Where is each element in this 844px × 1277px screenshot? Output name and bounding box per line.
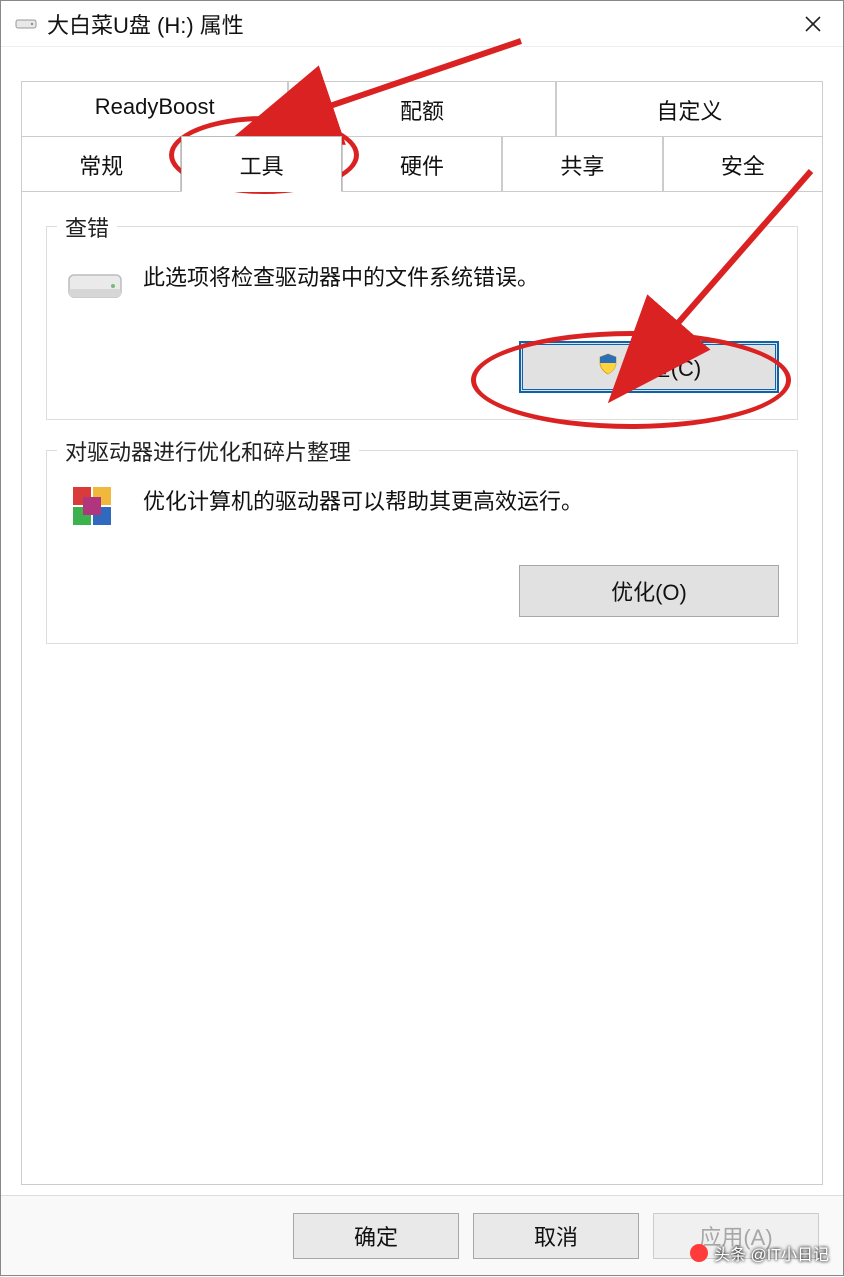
optimize-button[interactable]: 优化(O)	[519, 565, 779, 617]
tab-tools[interactable]: 工具	[181, 136, 341, 192]
window-title: 大白菜U盘 (H:) 属性	[47, 8, 793, 40]
title-bar: 大白菜U盘 (H:) 属性	[1, 1, 843, 47]
group-optimize-desc: 优化计算机的驱动器可以帮助其更高效运行。	[143, 483, 779, 520]
close-icon	[804, 15, 822, 33]
tab-hardware[interactable]: 硬件	[342, 136, 502, 191]
shield-icon	[597, 353, 619, 381]
watermark: 头条 @IT小日记	[690, 1241, 829, 1265]
group-optimize-legend: 对驱动器进行优化和碎片整理	[57, 435, 359, 467]
tab-customize[interactable]: 自定义	[556, 81, 823, 136]
watermark-text: 头条 @IT小日记	[714, 1241, 829, 1265]
tab-panel-tools: 查错 此选项将检查驱动器中的文件系统错误。	[21, 191, 823, 1185]
check-button-label: 检查(C)	[627, 351, 702, 383]
tab-readyboost[interactable]: ReadyBoost	[21, 81, 288, 136]
check-button[interactable]: 检查(C)	[519, 341, 779, 393]
ok-button[interactable]: 确定	[293, 1213, 459, 1259]
group-optimize: 对驱动器进行优化和碎片整理 优化计算机的驱动器可以帮助其更高效运行。	[46, 450, 798, 644]
drive-icon	[15, 17, 37, 31]
group-error-checking-desc: 此选项将检查驱动器中的文件系统错误。	[143, 259, 779, 296]
close-button[interactable]	[793, 4, 833, 44]
properties-dialog: 大白菜U盘 (H:) 属性 ReadyBoost 配额 自定义 常规 工具 硬件…	[0, 0, 844, 1276]
tab-security[interactable]: 安全	[663, 136, 823, 191]
defrag-icon	[65, 479, 125, 539]
group-error-checking: 查错 此选项将检查驱动器中的文件系统错误。	[46, 226, 798, 420]
tab-strip: ReadyBoost 配额 自定义 常规 工具 硬件 共享 安全	[21, 81, 823, 191]
drive-large-icon	[65, 255, 125, 315]
group-error-checking-legend: 查错	[57, 211, 117, 243]
watermark-icon	[690, 1244, 708, 1262]
cancel-button[interactable]: 取消	[473, 1213, 639, 1259]
tab-sharing[interactable]: 共享	[502, 136, 662, 191]
tab-quota[interactable]: 配额	[288, 81, 555, 136]
optimize-button-label: 优化(O)	[611, 575, 687, 607]
tab-general[interactable]: 常规	[21, 136, 181, 191]
content-area: ReadyBoost 配额 自定义 常规 工具 硬件 共享 安全 查错	[1, 47, 843, 1195]
